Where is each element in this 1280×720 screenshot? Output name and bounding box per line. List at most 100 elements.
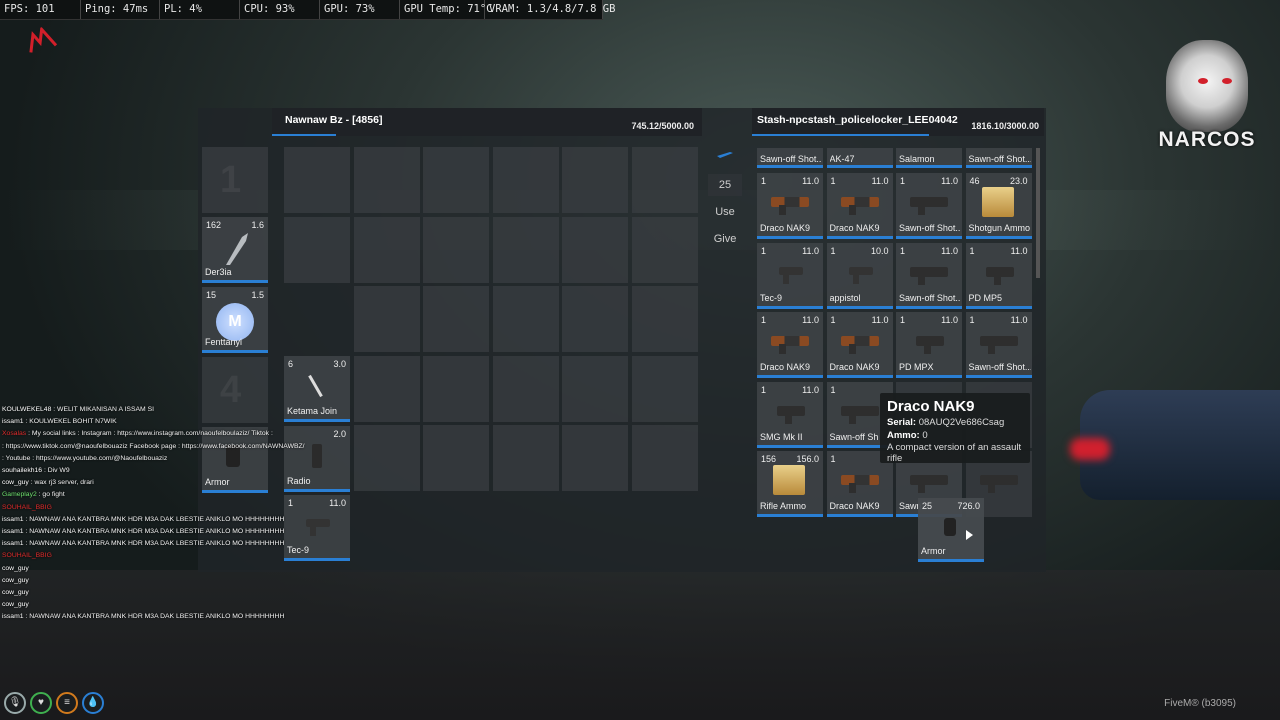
player-empty-slot[interactable] [353,216,420,283]
player-empty-slot[interactable] [492,286,559,352]
dragged-item[interactable]: 25 726.0 Armor [918,498,984,562]
stash-slot[interactable]: 1 11.0 Tec-9 [757,242,823,309]
hotbar-slot-2[interactable]: 162 1.6 Der3ia [202,217,268,283]
item-label: Sawn-off Sh [829,431,879,442]
shotgun-icon [910,266,948,285]
stash-slot[interactable]: 1 11.0 Draco NAK9 [757,173,823,239]
ammo-box-icon [773,465,805,495]
ammo-box-icon [981,187,1014,217]
stash-slot[interactable]: Sawn-off Shot... [965,148,1032,168]
stash-inventory-header: Stash-npcstash_policelocker_LEE04042 181… [752,108,1044,136]
player-empty-slot[interactable] [284,147,350,213]
stash-slot[interactable]: Salamon [896,148,962,168]
stash-slot[interactable]: 1 11.0 Sawn-off Shot... [965,312,1032,378]
item-weight: 156.0 [796,454,819,464]
stash-slot[interactable]: AK-47 [826,148,893,168]
item-label: PD MP5 [968,292,1003,303]
player-empty-slot[interactable] [631,216,698,283]
player-empty-slot[interactable] [423,216,489,283]
pistol-icon [848,266,873,284]
item-label: Draco NAK9 [760,223,811,233]
item-label: Sawn-off Shot... [968,362,1031,372]
give-button[interactable]: Give [708,233,742,245]
player-empty-slot[interactable] [284,216,350,283]
logo-mark-icon [29,25,58,53]
stash-inventory-title: Stash-npcstash_policelocker_LEE04042 [757,114,958,126]
player-inventory-header: Nawnaw Bz - [4856] 745.12/5000.00 [272,108,702,136]
use-button[interactable]: Use [708,206,742,218]
stash-slot[interactable]: 1 11.0 Sawn-off Shot... [896,173,962,239]
serial-label: Serial: [887,417,917,428]
player-empty-slot[interactable] [492,425,559,491]
stash-slot[interactable]: 156 156.0 Rifle Ammo [757,451,823,517]
item-durability-bar [965,165,1032,168]
item-label: Draco NAK9 [760,362,811,372]
stash-slot[interactable]: 1 11.0 Draco NAK9 [757,312,823,378]
item-durability-bar [965,305,1032,309]
item-durability-bar [826,514,893,517]
player-empty-slot[interactable] [423,147,489,213]
stash-slot[interactable]: 1 11.0 Draco NAK9 [826,312,893,378]
chat-message: : Youtube : https://www.youtube.com/@Nao… [2,453,322,465]
item-quantity: 1 [900,315,906,325]
chat-message: : https://www.tiktok.com/@naoufelbouaziz… [2,441,322,453]
item-label: Fenttanyl [205,337,243,347]
player-empty-slot[interactable] [423,425,489,491]
shotgun-icon [910,197,948,215]
player-empty-slot[interactable] [492,147,559,213]
rifle-icon [771,197,809,215]
chat-text: : Youtube : https://www.youtube.com/@Nao… [2,454,168,462]
player-empty-slot[interactable] [562,355,628,422]
stash-slot[interactable]: Sawn-off Shot... [757,148,823,168]
chat-author: SOUHAIL_BBIG [2,552,52,560]
hotbar-slot-3[interactable]: 15 1.5 M Fenttanyl [202,287,268,353]
stash-slot[interactable]: 1 11.0 Sawn-off Shot... [896,242,962,309]
player-empty-slot[interactable] [562,286,628,352]
player-empty-slot[interactable] [562,147,628,213]
chat-text: : NAWNAW ANA KANTBRA MNK HDR M3A DAK LBE… [23,613,285,621]
player-empty-slot[interactable] [562,425,628,491]
item-quantity: 1 [761,245,767,256]
item-durability-bar [757,514,823,517]
player-empty-slot[interactable] [353,425,420,491]
player-empty-slot[interactable] [631,355,698,422]
tooltip-serial: Serial: 08AUQ2Ve686Csag [887,417,1023,428]
item-quantity: 1 [761,315,767,325]
stash-slot[interactable]: 46 23.0 Shotgun Ammo [965,173,1032,239]
player-empty-slot[interactable] [423,355,489,422]
player-empty-slot[interactable] [631,425,698,491]
player-empty-slot[interactable] [631,286,698,352]
player-empty-slot[interactable] [353,147,420,213]
chat-author: cow_guy [2,479,29,487]
player-empty-slot[interactable] [423,286,489,352]
stash-scrollbar[interactable] [1036,148,1040,278]
shotgun-icon [910,475,948,493]
player-empty-slot[interactable] [353,286,420,352]
stash-slot[interactable]: 1 10.0 appistol [826,242,893,309]
player-empty-slot[interactable] [562,216,628,283]
item-label: Salamon [899,154,935,164]
player-empty-slot[interactable] [631,147,698,213]
chat-author: SOUHAIL_BBIG [2,503,52,511]
player-empty-slot[interactable] [492,355,559,422]
stash-slot[interactable]: 1 11.0 Draco NAK9 [826,173,893,239]
item-label: Draco NAK9 [829,501,880,511]
amount-input[interactable]: 25 [708,174,742,196]
item-durability-bar [202,280,268,283]
player-empty-slot[interactable] [353,355,420,422]
stash-slot[interactable]: 1 11.0 PD MPX [896,312,962,378]
pill-icon: M [216,303,254,341]
hotbar-slot-1[interactable]: 1 [202,147,268,213]
joint-icon [308,374,323,398]
stash-slot[interactable]: 1 11.0 SMG Mk II [757,381,823,448]
chat-author: issam1 [2,613,24,621]
chat-text: : go fight [36,491,65,499]
item-label: Draco NAK9 [829,223,880,233]
tooltip-ammo: Ammo: 0 [887,430,1023,441]
item-weight: 11.0 [802,176,819,186]
player-weight-bar [272,134,337,136]
item-durability-bar [896,305,962,309]
item-weight: 3.0 [333,359,346,369]
stash-slot[interactable]: 1 11.0 PD MP5 [965,242,1032,309]
player-empty-slot[interactable] [492,216,559,283]
